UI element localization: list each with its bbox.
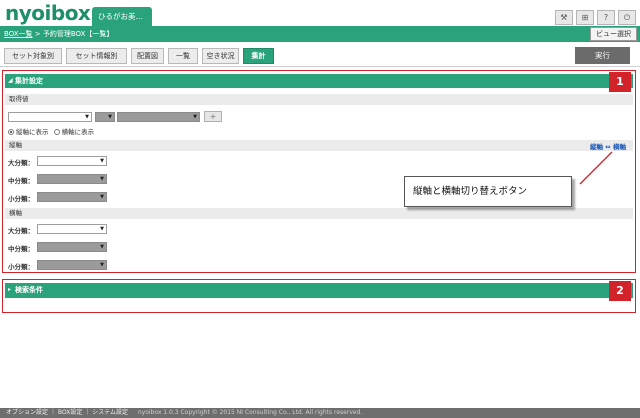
vertical-small-label: 小分類：	[8, 195, 34, 203]
vertical-small-select[interactable]: ▼	[37, 192, 107, 202]
annotation-badge-1: 1	[609, 72, 631, 92]
collapse-triangle-icon: ◢	[8, 77, 13, 84]
horizontal-small-label: 小分類：	[8, 263, 34, 271]
acquisition-label: 取得値	[5, 94, 633, 105]
footer-box-link[interactable]: BOX設定	[58, 409, 82, 416]
hammer-icon[interactable]: ⚒	[555, 10, 573, 25]
horizontal-small-select[interactable]: ▼	[37, 260, 107, 270]
display-axis-radios: 縦軸に表示 横軸に表示	[8, 126, 94, 136]
breadcrumb: BOX一覧 > 予約管理BOX【一覧】	[4, 30, 114, 38]
tab-availability[interactable]: 空き状況	[202, 48, 239, 64]
footer-system-link[interactable]: システム設定	[92, 409, 128, 416]
vertical-medium-label: 中分類：	[8, 177, 34, 185]
vertical-medium-select[interactable]: ▼	[37, 174, 107, 184]
breadcrumb-bar: BOX一覧 > 予約管理BOX【一覧】 ビュー選択	[0, 26, 640, 42]
sitemap-icon[interactable]: ⊞	[576, 10, 594, 25]
breadcrumb-current: 予約管理BOX【一覧】	[42, 30, 114, 38]
footer: オプション設定 ｜ BOX設定 ｜ システム設定 nyoibox 1.0.3 C…	[0, 408, 640, 418]
radio-vertical[interactable]	[8, 129, 14, 135]
search-conditions-header[interactable]: ▸ 検索条件	[5, 283, 633, 298]
vertical-large-label: 大分類：	[8, 159, 34, 167]
power-icon[interactable]: ⏻	[618, 10, 636, 25]
radio-horizontal[interactable]	[53, 129, 60, 135]
help-icon[interactable]: ?	[597, 10, 615, 25]
tab-list[interactable]: 一覧	[168, 48, 198, 64]
tab-layout[interactable]: 配置図	[131, 48, 164, 64]
swap-axes-callout: 縦軸と横軸切り替えボタン	[404, 176, 572, 207]
aggregate-settings-header[interactable]: ◢ 集計設定	[5, 74, 633, 88]
tab-by-info[interactable]: セット情報別	[66, 48, 127, 64]
execute-button[interactable]: 実行	[575, 47, 630, 64]
view-select-button[interactable]: ビュー選択	[590, 27, 637, 41]
app-header: nyoibox ひるがお美… ⚒ ⊞ ? ⏻	[0, 0, 640, 26]
user-tab[interactable]: ひるがお美…	[92, 7, 152, 26]
breadcrumb-link-box-list[interactable]: BOX一覧	[4, 30, 33, 38]
tab-aggregate[interactable]: 集計	[243, 48, 274, 64]
annotation-badge-2: 2	[609, 281, 631, 301]
horizontal-medium-select[interactable]: ▼	[37, 242, 107, 252]
horizontal-axis-header: 横軸	[5, 208, 633, 219]
vertical-large-select[interactable]: ▼	[37, 156, 107, 166]
horizontal-large-select[interactable]: ▼	[37, 224, 107, 234]
horizontal-medium-label: 中分類：	[8, 245, 34, 253]
acquisition-field-select[interactable]: ▼	[117, 112, 200, 122]
nyoibox-logo[interactable]: nyoibox	[5, 3, 91, 23]
acquisition-select[interactable]: ▼	[8, 112, 92, 122]
divider	[0, 66, 640, 67]
add-button[interactable]: +	[204, 111, 222, 122]
expand-triangle-icon: ▸	[8, 286, 12, 293]
footer-option-link[interactable]: オプション設定	[6, 409, 48, 416]
horizontal-large-label: 大分類：	[8, 227, 34, 235]
tab-by-target[interactable]: セット対象別	[4, 48, 62, 64]
vertical-axis-header: 縦軸	[5, 140, 633, 151]
acquisition-op-select[interactable]: ▼	[95, 112, 115, 122]
copyright: nyoibox 1.0.3 Copyright © 2015 NI Consul…	[137, 409, 363, 416]
